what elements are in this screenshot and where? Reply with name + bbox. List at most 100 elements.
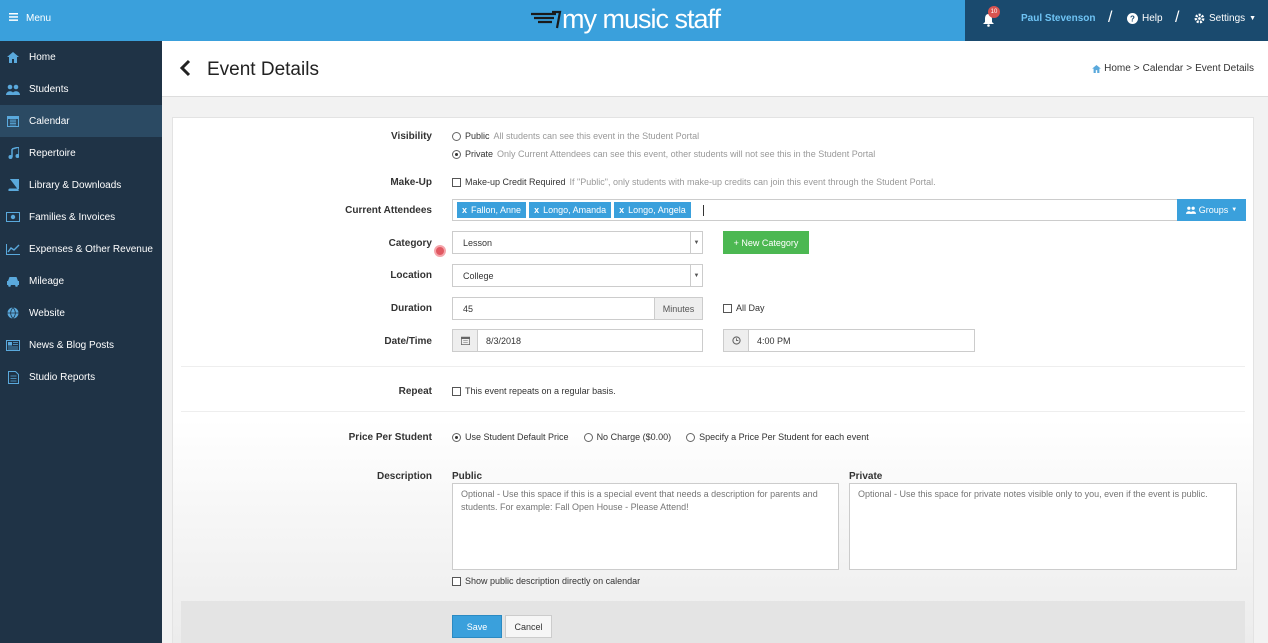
description-label: Description: [376, 471, 432, 482]
remove-chip-icon[interactable]: x: [619, 205, 624, 215]
duration-input[interactable]: 45: [452, 297, 655, 320]
price-option-default[interactable]: Use Student Default Price: [452, 432, 569, 442]
logo-mark-icon: [531, 10, 562, 29]
sidebar-item-label: Studio Reports: [29, 371, 96, 383]
location-select[interactable]: College ▼: [452, 264, 703, 287]
cancel-label: Cancel: [514, 621, 543, 632]
show-public-description-checkbox[interactable]: [452, 576, 461, 586]
attendee-chip-label: Longo, Amanda: [543, 205, 607, 215]
sidebar-item-label: Website: [29, 307, 65, 319]
sidebar-item-expenses-revenue[interactable]: Expenses & Other Revenue: [0, 233, 162, 265]
makeup-label: Make-Up: [390, 177, 432, 188]
new-category-button[interactable]: + New Category: [723, 231, 809, 254]
divider-slash-1: /: [1108, 9, 1113, 26]
clock-icon: [731, 336, 741, 345]
new-category-label: + New Category: [733, 237, 799, 248]
users-icon: [6, 83, 20, 95]
visibility-private-option[interactable]: Private Only Current Attendees can see t…: [452, 149, 875, 159]
public-description-textarea[interactable]: [452, 483, 839, 570]
attendee-chip-label: Longo, Angela: [628, 205, 686, 215]
breadcrumb-current: Event Details: [1195, 63, 1254, 74]
date-input[interactable]: 8/3/2018: [477, 329, 703, 352]
sidebar-item-repertoire[interactable]: Repertoire: [0, 137, 162, 169]
users-icon: [1185, 206, 1196, 214]
sidebar-item-home[interactable]: Home: [0, 41, 162, 73]
price-specify-radio[interactable]: [686, 432, 696, 442]
divider-slash-2: /: [1175, 9, 1180, 26]
back-arrow-icon[interactable]: [179, 59, 191, 80]
allday-option[interactable]: All Day: [723, 303, 765, 313]
groups-button[interactable]: Groups ▼: [1177, 199, 1246, 221]
category-value: Lesson: [463, 237, 493, 248]
breadcrumb-separator: >: [1133, 63, 1140, 74]
repeat-option[interactable]: This event repeats on a regular basis.: [452, 386, 616, 396]
save-button[interactable]: Save: [452, 615, 502, 638]
attendee-chip[interactable]: x Fallon, Anne: [457, 202, 527, 218]
cancel-button[interactable]: Cancel: [505, 615, 552, 638]
sidebar-item-studio-reports[interactable]: Studio Reports: [0, 361, 162, 393]
notifications-button[interactable]: 10: [982, 6, 1000, 28]
attendees-label: Current Attendees: [345, 205, 432, 216]
sidebar-item-label: Expenses & Other Revenue: [29, 243, 153, 255]
attendees-input[interactable]: x Fallon, Anne x Longo, Amanda x Longo, Ang…: [452, 199, 1178, 221]
location-label: Location: [390, 270, 432, 281]
time-addon[interactable]: [723, 329, 749, 352]
sidebar-item-label: Calendar: [29, 115, 70, 127]
category-select[interactable]: Lesson ▼: [452, 231, 703, 254]
makeup-option[interactable]: Make-up Credit Required If "Public", onl…: [452, 177, 936, 187]
visibility-public-label: Public: [465, 131, 490, 141]
price-option-specify[interactable]: Specify a Price Per Student for each eve…: [686, 432, 869, 442]
chevron-down-icon: ▼: [690, 232, 702, 253]
visibility-private-radio[interactable]: [452, 149, 461, 159]
sidebar-item-families-invoices[interactable]: Families & Invoices: [0, 201, 162, 233]
date-addon[interactable]: [452, 329, 478, 352]
sidebar-item-website[interactable]: Website: [0, 297, 162, 329]
text-cursor: [702, 204, 704, 216]
mouse-cursor: [434, 245, 446, 257]
logo[interactable]: my music staff: [530, 3, 721, 35]
sidebar-item-students[interactable]: Students: [0, 73, 162, 105]
chevron-down-icon: ▼: [690, 265, 702, 286]
breadcrumb-separator: >: [1186, 63, 1193, 74]
show-public-description-option[interactable]: Show public description directly on cale…: [452, 576, 640, 586]
menu-label: Menu: [26, 13, 52, 24]
remove-chip-icon[interactable]: x: [534, 205, 539, 215]
price-option-no-charge[interactable]: No Charge ($0.00): [583, 432, 671, 442]
sidebar-item-mileage[interactable]: Mileage: [0, 265, 162, 297]
divider: [181, 411, 1245, 412]
duration-value: 45: [463, 303, 474, 314]
breadcrumb-home-link[interactable]: Home: [1104, 63, 1131, 74]
repeat-checkbox[interactable]: [452, 386, 461, 396]
price-default-radio[interactable]: [452, 432, 461, 442]
allday-checkbox[interactable]: [723, 303, 732, 313]
settings-dropdown[interactable]: Settings ▼: [1194, 13, 1256, 24]
category-label: Category: [388, 238, 432, 249]
visibility-label: Visibility: [391, 131, 432, 142]
breadcrumb-calendar-link[interactable]: Calendar: [1143, 63, 1184, 74]
visibility-public-option[interactable]: Public All students can see this event i…: [452, 131, 699, 141]
sidebar-item-calendar[interactable]: Calendar: [0, 105, 162, 137]
help-link[interactable]: ? Help: [1127, 13, 1163, 24]
price-no-charge-radio[interactable]: [583, 432, 593, 442]
duration-unit-addon: Minutes: [654, 297, 703, 320]
book-icon: [6, 179, 20, 191]
hamburger-icon: [9, 13, 18, 24]
svg-text:?: ?: [1130, 15, 1135, 24]
report-icon: [6, 370, 20, 384]
remove-chip-icon[interactable]: x: [462, 205, 467, 215]
caret-down-icon: ▼: [1249, 15, 1257, 22]
private-description-textarea[interactable]: [849, 483, 1237, 570]
attendee-chip[interactable]: x Longo, Amanda: [529, 202, 612, 218]
visibility-public-desc: All students can see this event in the S…: [493, 131, 700, 141]
sidebar-item-library-downloads[interactable]: Library & Downloads: [0, 169, 162, 201]
attendee-chip[interactable]: x Longo, Angela: [614, 202, 691, 218]
makeup-checkbox[interactable]: [452, 177, 461, 187]
page-header: Event Details Home > Calendar > Event De…: [162, 41, 1268, 97]
price-options: Use Student Default Price No Charge ($0.…: [452, 432, 869, 442]
user-name-link[interactable]: Paul Stevenson: [1021, 13, 1095, 24]
car-icon: [6, 275, 20, 287]
time-input[interactable]: 4:00 PM: [748, 329, 975, 352]
menu-button[interactable]: Menu: [9, 13, 51, 24]
visibility-public-radio[interactable]: [452, 131, 461, 141]
sidebar-item-news-blog[interactable]: News & Blog Posts: [0, 329, 162, 361]
